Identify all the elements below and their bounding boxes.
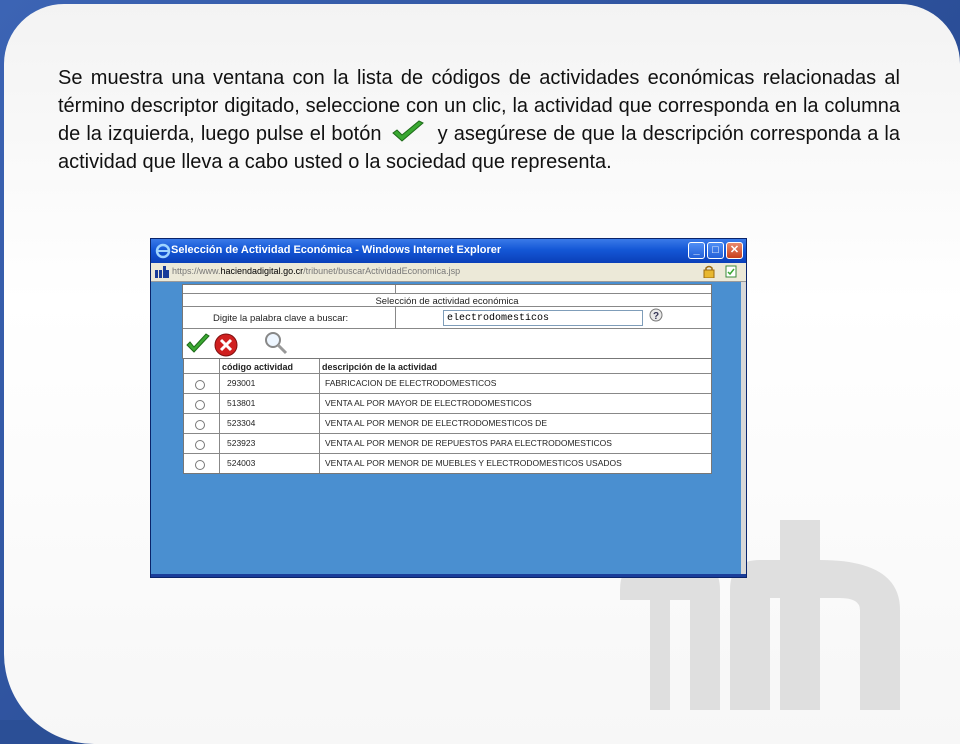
row-code: 523923 xyxy=(227,438,256,448)
divider xyxy=(395,285,396,293)
minimize-button[interactable]: _ xyxy=(688,242,705,259)
divider xyxy=(395,306,396,328)
help-icon[interactable]: ? xyxy=(649,308,663,322)
row-radio[interactable] xyxy=(195,400,205,410)
row-description: VENTA AL POR MENOR DE REPUESTOS PARA ELE… xyxy=(325,438,612,448)
row-radio[interactable] xyxy=(195,420,205,430)
maximize-button[interactable]: □ xyxy=(707,242,724,259)
row-code: 523304 xyxy=(227,418,256,428)
row-radio[interactable] xyxy=(195,460,205,470)
table-row[interactable]: 523304 VENTA AL POR MENOR DE ELECTRODOME… xyxy=(184,413,711,434)
row-description: FABRICACION DE ELECTRODOMESTICOS xyxy=(325,378,497,388)
compatibility-view-icon[interactable] xyxy=(725,265,737,278)
vertical-scrollbar[interactable] xyxy=(741,282,746,574)
table-row[interactable]: 524003 VENTA AL POR MENOR DE MUEBLES Y E… xyxy=(184,453,711,474)
site-favicon-icon xyxy=(155,266,169,278)
search-form-panel: Selección de actividad económica Digite … xyxy=(182,284,712,359)
row-description: VENTA AL POR MENOR DE ELECTRODOMESTICOS … xyxy=(325,418,547,428)
url-prefix: https://www. xyxy=(172,266,221,276)
window-title: Selección de Actividad Económica - Windo… xyxy=(171,244,502,256)
page-content: Selección de actividad económica Digite … xyxy=(151,282,741,574)
divider xyxy=(183,293,711,294)
row-description: VENTA AL POR MAYOR DE ELECTRODOMESTICOS xyxy=(325,398,532,408)
address-bar[interactable]: https://www.haciendadigital.go.cr/tribun… xyxy=(151,263,746,282)
column-header-code: código actividad xyxy=(222,362,294,372)
search-label: Digite la palabra clave a buscar: xyxy=(213,313,349,324)
row-radio[interactable] xyxy=(195,380,205,390)
lock-icon[interactable] xyxy=(703,265,715,278)
row-code: 293001 xyxy=(227,378,256,388)
green-check-icon xyxy=(392,120,425,142)
row-code: 524003 xyxy=(227,458,256,468)
row-radio[interactable] xyxy=(195,440,205,450)
close-button[interactable]: ✕ xyxy=(726,242,743,259)
row-code: 513801 xyxy=(227,398,256,408)
cancel-x-icon[interactable] xyxy=(213,332,239,358)
instruction-text: Se muestra una ventana con la lista de c… xyxy=(58,64,900,176)
accept-check-icon[interactable] xyxy=(185,333,211,355)
divider xyxy=(183,306,711,307)
table-row[interactable]: 523923 VENTA AL POR MENOR DE REPUESTOS P… xyxy=(184,433,711,454)
ie-logo-icon xyxy=(155,243,171,259)
results-table: código actividad descripción de la activ… xyxy=(183,358,712,474)
table-row[interactable]: 293001 FABRICACION DE ELECTRODOMESTICOS xyxy=(184,373,711,394)
window-titlebar[interactable]: Selección de Actividad Económica - Windo… xyxy=(151,239,746,263)
row-description: VENTA AL POR MENOR DE MUEBLES Y ELECTROD… xyxy=(325,458,622,468)
url-host: haciendadigital.go.cr xyxy=(220,266,304,276)
svg-text:?: ? xyxy=(653,311,659,322)
divider xyxy=(183,328,711,329)
address-url[interactable]: https://www.haciendadigital.go.cr/tribun… xyxy=(172,266,460,276)
column-header-description: descripción de la actividad xyxy=(322,362,438,372)
search-input[interactable] xyxy=(443,310,643,326)
ie-window: Selección de Actividad Económica - Windo… xyxy=(150,238,747,578)
magnifier-icon[interactable] xyxy=(263,330,289,356)
url-path: /tribunet/buscarActividadEconomica.jsp xyxy=(303,266,461,276)
table-row[interactable]: 513801 VENTA AL POR MAYOR DE ELECTRODOME… xyxy=(184,393,711,414)
